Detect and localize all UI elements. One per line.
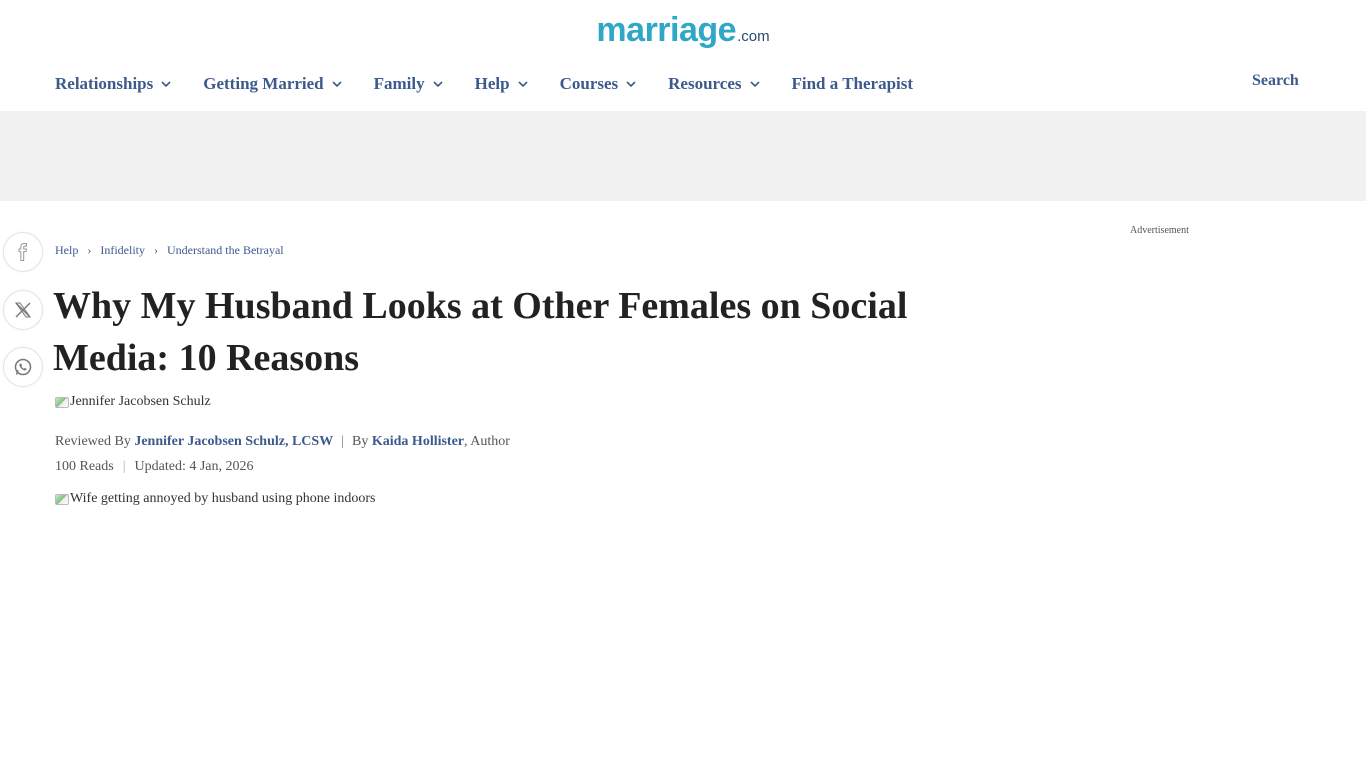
share-x-button[interactable] — [3, 290, 43, 330]
nav-item-courses[interactable]: Courses — [560, 74, 638, 94]
by-label: By — [352, 434, 369, 449]
reviewer-link[interactable]: Jennifer Jacobsen Schulz, LCSW — [134, 434, 333, 449]
broken-image-icon — [55, 493, 69, 505]
chevron-down-icon — [161, 81, 171, 88]
hero-image: Wife getting annoyed by husband using ph… — [55, 491, 375, 507]
nav-item-label: Relationships — [55, 74, 154, 93]
breadcrumb-separator-icon: › — [153, 243, 158, 257]
nav-item-label: Courses — [559, 74, 619, 93]
whatsapp-icon — [14, 358, 32, 376]
hero-image-alt: Wife getting annoyed by husband using ph… — [70, 491, 376, 506]
main-nav: Relationships Getting Married Family Hel… — [55, 72, 944, 96]
nav-item-getting-married[interactable]: Getting Married — [203, 74, 342, 94]
reviewed-by-label: Reviewed By — [55, 434, 131, 449]
chevron-down-icon — [749, 81, 760, 88]
advertisement-label: Advertisement — [1130, 225, 1189, 236]
nav-item-help[interactable]: Help — [475, 74, 529, 94]
chevron-down-icon — [518, 81, 528, 88]
broken-image-icon — [55, 396, 69, 408]
nav-item-label: Help — [474, 74, 510, 93]
share-whatsapp-button[interactable] — [3, 347, 43, 387]
chevron-down-icon — [626, 81, 636, 88]
nav-item-label: Family — [373, 74, 425, 93]
x-icon — [15, 302, 31, 318]
chevron-down-icon — [433, 81, 443, 88]
divider: | — [341, 434, 345, 449]
breadcrumb: Help › Infidelity › Understand the Betra… — [55, 243, 284, 258]
site-logo[interactable]: marriage .com — [0, 12, 1366, 52]
author-role: , Author — [464, 434, 510, 449]
breadcrumb-item-infidelity[interactable]: Infidelity — [100, 243, 145, 258]
reviewer-image: Jennifer Jacobsen Schulz — [55, 394, 211, 410]
nav-item-label: Find a Therapist — [791, 74, 914, 93]
reviewer-image-alt: Jennifer Jacobsen Schulz — [70, 394, 211, 409]
logo-suffix: .com — [737, 28, 770, 45]
updated-date: Updated: 4 Jan, 2026 — [134, 459, 254, 474]
facebook-icon — [18, 243, 27, 261]
read-count: 100 Reads — [55, 459, 114, 474]
search-link[interactable]: Search — [1252, 72, 1299, 90]
chevron-down-icon — [332, 81, 342, 88]
ad-banner — [0, 111, 1366, 201]
breadcrumb-item-help[interactable]: Help — [55, 243, 78, 258]
article-title: Why My Husband Looks at Other Females on… — [53, 285, 908, 379]
breadcrumb-item-understand-the-betrayal[interactable]: Understand the Betrayal — [167, 243, 284, 258]
logo-text: marriage — [596, 11, 737, 49]
divider: | — [122, 459, 126, 474]
nav-item-relationships[interactable]: Relationships — [55, 74, 172, 94]
author-link[interactable]: Kaida Hollister — [372, 434, 464, 449]
share-facebook-button[interactable] — [3, 232, 43, 272]
byline: Reviewed By Jennifer Jacobsen Schulz, LC… — [55, 434, 510, 450]
breadcrumb-separator-icon: › — [87, 243, 92, 257]
nav-item-resources[interactable]: Resources — [668, 74, 760, 94]
nav-item-label: Resources — [668, 74, 742, 93]
nav-item-family[interactable]: Family — [374, 74, 444, 94]
nav-item-label: Getting Married — [203, 74, 324, 93]
nav-item-find-a-therapist[interactable]: Find a Therapist — [792, 74, 914, 94]
article-meta: 100 Reads | Updated: 4 Jan, 2026 — [55, 459, 254, 475]
